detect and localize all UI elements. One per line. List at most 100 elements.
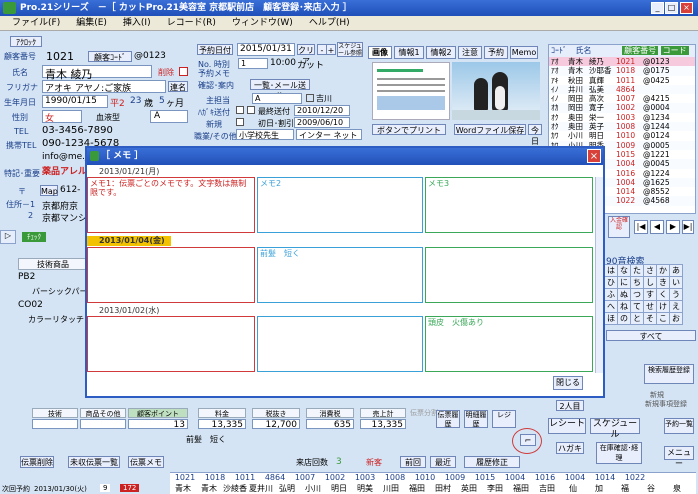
dm-checkbox-2[interactable] — [247, 106, 255, 114]
client-row[interactable]: ｱｵ 青木 沙耶香 1018 @0175 — [549, 66, 695, 76]
increment-button[interactable]: + — [326, 44, 336, 55]
tab-image[interactable]: 画像 — [368, 46, 392, 59]
memo-cell-4[interactable] — [87, 247, 255, 303]
hair-checkbox[interactable] — [306, 94, 314, 102]
grid-row-2[interactable]: バーシックパー — [32, 286, 87, 297]
bottom-code[interactable]: 4864 — [260, 473, 290, 482]
memo-close-icon[interactable]: × — [587, 149, 601, 163]
word-save-button[interactable]: Wordファイル保存 — [454, 124, 526, 135]
bottom-name[interactable]: 青木 — [196, 483, 222, 493]
tab-caution[interactable]: 注意 — [458, 46, 482, 59]
menu-button[interactable]: メニュー — [664, 446, 694, 468]
kana-key[interactable]: え — [669, 300, 683, 313]
receipt-button[interactable]: レシート — [548, 418, 586, 434]
menu-file[interactable]: ファイル(F) — [12, 18, 60, 28]
kana-key[interactable]: つ — [630, 288, 644, 301]
bottom-code[interactable]: 1002 — [320, 473, 350, 482]
memo-cell-1[interactable]: メモ1：伝票ごとのメモです。文字数は無制限です。 — [87, 177, 255, 233]
kana-key[interactable]: う — [669, 288, 683, 301]
bottom-name[interactable]: 弘明 — [274, 483, 300, 493]
time-field[interactable]: 10:00 — [270, 58, 296, 68]
bottom-code[interactable]: 1004 — [500, 473, 530, 482]
kana-key[interactable]: き — [656, 276, 670, 289]
prev-record-button[interactable]: ◀ — [650, 220, 664, 234]
sex-select[interactable]: 女 — [42, 110, 82, 124]
tel-field[interactable]: 03-3456-7890 — [42, 125, 113, 136]
first-date[interactable]: 2009/06/10 — [294, 117, 350, 128]
new-checkbox[interactable] — [236, 118, 244, 126]
lock-tab[interactable]: ｱｸﾛｯｸ — [10, 36, 42, 47]
next-record-button[interactable]: ▶ — [666, 220, 680, 234]
bottom-code[interactable]: 1015 — [470, 473, 500, 482]
bottom-code[interactable]: 1016 — [530, 473, 560, 482]
furigana-field[interactable]: アオキ アヤノ:ご家族 — [42, 80, 166, 94]
search-history-button[interactable]: 検索履歴登録 — [644, 364, 694, 384]
memo-scrollbar[interactable] — [595, 177, 603, 373]
client-row[interactable]: ｶﾜ 小川 明日 1010 @0124 — [549, 131, 695, 141]
zip-field[interactable]: 612- — [60, 185, 80, 195]
client-row[interactable]: ｲﾉ 岡田 高次 1007 @4215 — [549, 94, 695, 104]
reservations-button[interactable]: 予約一覧 — [664, 418, 694, 434]
client-row[interactable]: ｱｵ 青木 綾乃 1021 @0123 — [549, 57, 695, 67]
addr2-field[interactable]: 京都マンシ — [42, 211, 87, 224]
kana-key[interactable]: ふ — [604, 288, 618, 301]
delete-slip-button[interactable]: 伝票削除 — [20, 456, 54, 468]
delete-label[interactable]: 削除 — [158, 67, 174, 78]
memo-cell-9[interactable]: 頭皮 火傷あり — [425, 316, 593, 372]
delete-checkbox[interactable] — [179, 67, 188, 76]
bottom-code[interactable]: 1010 — [410, 473, 440, 482]
recent-button[interactable]: 最近 — [430, 456, 456, 468]
bottom-name[interactable]: 明日 — [326, 483, 352, 493]
map-button[interactable]: Map — [40, 185, 58, 196]
bottom-code[interactable]: 1004 — [560, 473, 590, 482]
deposit-button[interactable]: 入金確認 — [608, 216, 630, 238]
bottom-code[interactable]: 1007 — [290, 473, 320, 482]
bottom-name[interactable]: 青木 — [170, 483, 196, 493]
bottom-code[interactable]: 1021 — [170, 473, 200, 482]
first-record-button[interactable]: |◀ — [634, 220, 648, 234]
bottom-name[interactable]: 加 — [586, 483, 612, 493]
kana-key[interactable]: ち — [630, 276, 644, 289]
memo-cell-3[interactable]: メモ3 — [425, 177, 593, 233]
kana-key[interactable]: ね — [617, 300, 631, 313]
inventory-button[interactable]: 在庫確認･経理 — [596, 442, 642, 464]
bottom-name[interactable]: 川田 — [378, 483, 404, 493]
hagaki-button[interactable]: ハガキ — [556, 442, 584, 454]
bottom-code[interactable]: 1014 — [590, 473, 620, 482]
bottom-name[interactable]: 田村 — [430, 483, 456, 493]
tab-memo[interactable]: Memo — [510, 46, 538, 59]
close-button[interactable]: × — [680, 2, 693, 14]
second-person-button[interactable]: 2人目 — [556, 400, 584, 411]
tab-info1[interactable]: 情報1 — [394, 46, 424, 59]
kana-key[interactable]: て — [630, 300, 644, 313]
client-row[interactable]: ｲﾉ 井川 弘美 4864 — [549, 84, 695, 95]
menu-record[interactable]: レコード(R) — [167, 18, 216, 28]
bottom-name[interactable]: 小川 — [300, 483, 326, 493]
kana-key[interactable]: と — [630, 312, 644, 325]
menu-insert[interactable]: 挿入(I) — [123, 18, 151, 28]
kana-key[interactable]: ぬ — [617, 288, 631, 301]
tab-reserve[interactable]: 予約 — [484, 46, 508, 59]
kana-key[interactable]: い — [669, 276, 683, 289]
grid-row-3[interactable]: CO02 — [18, 300, 43, 310]
menu-edit[interactable]: 編集(E) — [76, 18, 107, 28]
kana-key[interactable]: は — [604, 264, 618, 277]
mail-send-button[interactable]: 一覧･メール送信 — [250, 79, 310, 101]
bottom-code[interactable]: 1022 — [620, 473, 650, 482]
bottom-code[interactable]: 1011 — [230, 473, 260, 482]
memo-cell-2[interactable]: メモ2 — [257, 177, 423, 233]
memo-close-button[interactable]: 閉じる — [553, 376, 583, 390]
maximize-button[interactable]: □ — [665, 2, 678, 14]
edit-history-button[interactable]: 履歴修正 — [464, 456, 520, 468]
slip-history-button[interactable]: 伝票履歴 — [436, 410, 460, 428]
kana-key[interactable]: せ — [643, 300, 657, 313]
tab-info2[interactable]: 情報2 — [426, 46, 456, 59]
bottom-name[interactable]: 吉田 — [534, 483, 560, 493]
detail-history-button[interactable]: 明細履歴 — [464, 410, 488, 428]
name-field[interactable]: 青木 綾乃 — [42, 65, 152, 81]
bottom-name[interactable]: 谷 — [638, 483, 664, 493]
kana-key[interactable]: け — [656, 300, 670, 313]
kana-key[interactable]: へ — [604, 300, 618, 313]
menu-window[interactable]: ウィンドウ(W) — [232, 18, 293, 28]
bottom-name[interactable]: 明美 — [352, 483, 378, 493]
